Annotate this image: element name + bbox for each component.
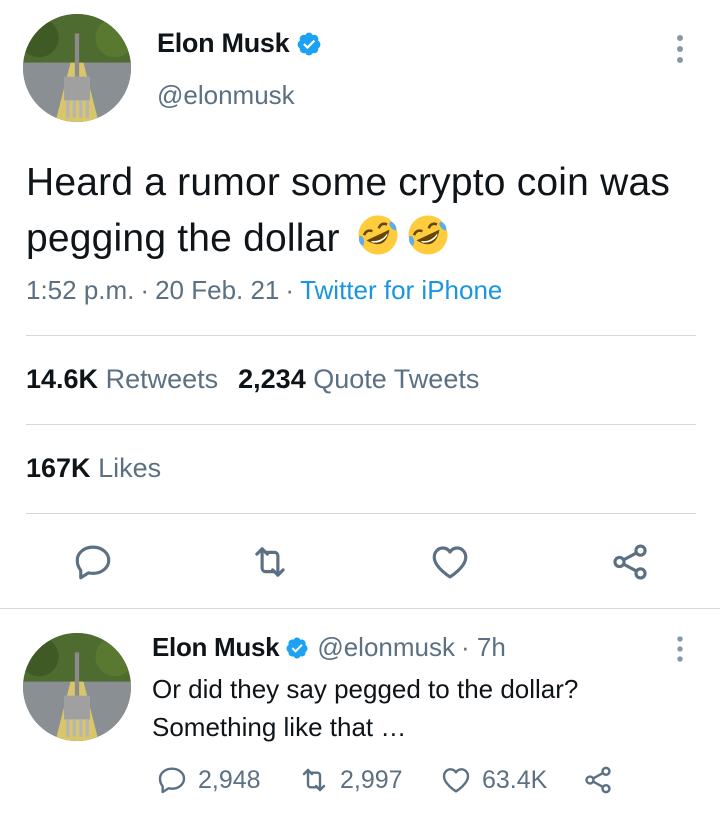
reply-share-button[interactable]: [582, 763, 624, 797]
share-icon[interactable]: [609, 541, 651, 583]
tweet-meta: 1:52 p.m. · 20 Feb. 21 · Twitter for iPhone: [26, 275, 502, 306]
reply-text: Or did they say pegged to the dollar? So…: [152, 670, 662, 746]
like-icon: [440, 764, 472, 796]
reply-age[interactable]: · 7h: [461, 632, 506, 663]
reply-author-handle[interactable]: @elonmusk: [317, 632, 455, 663]
verified-badge-icon: [296, 31, 322, 57]
meta-separator: ·: [285, 275, 295, 305]
retweet-icon: [298, 764, 330, 796]
verified-badge-icon: [285, 636, 309, 660]
retweet-icon[interactable]: [249, 541, 291, 583]
tweet-date[interactable]: 20 Feb. 21: [155, 275, 279, 305]
reply-icon: [156, 764, 188, 796]
author-avatar[interactable]: [23, 14, 131, 122]
likes-stat[interactable]: 167K Likes: [26, 453, 161, 484]
rolling-laughing-emoji-icon: [355, 212, 401, 258]
likes-count: 167K: [26, 453, 91, 483]
author-name[interactable]: Elon Musk: [157, 28, 290, 59]
retweets-count: 14.6K: [26, 364, 99, 394]
reply-text-line: Something like that …: [152, 712, 407, 742]
reply-author-name[interactable]: Elon Musk: [152, 632, 280, 663]
share-icon: [582, 764, 614, 796]
reply-retweet-button[interactable]: 2,997: [298, 763, 403, 797]
reply-author-avatar[interactable]: [23, 633, 131, 741]
divider: [26, 513, 696, 514]
like-icon[interactable]: [429, 541, 471, 583]
more-icon[interactable]: [670, 634, 690, 664]
reply-reply-button[interactable]: 2,948: [156, 763, 261, 797]
meta-separator: ·: [140, 275, 150, 305]
retweets-label: Retweets: [105, 364, 219, 394]
tweet-text: Heard a rumor some crypto coin was peggi…: [26, 155, 686, 267]
quote-tweets-label: Quote Tweets: [313, 364, 480, 394]
rolling-laughing-emoji-icon: [405, 212, 451, 258]
reply-header: Elon Musk @elonmusk · 7h: [152, 632, 506, 663]
reply-icon[interactable]: [72, 541, 114, 583]
reply-text-line: Or did they say pegged to the dollar?: [152, 674, 579, 704]
more-icon[interactable]: [670, 32, 690, 66]
author-handle[interactable]: @elonmusk: [157, 80, 295, 111]
reply-like-button[interactable]: 63.4K: [440, 763, 547, 797]
section-divider: [0, 608, 720, 609]
avatar-image: [23, 14, 131, 122]
author-name-row[interactable]: Elon Musk: [157, 28, 322, 59]
reply-count: 2,948: [198, 765, 261, 794]
like-count: 63.4K: [482, 765, 548, 794]
avatar-image: [23, 633, 131, 741]
tweet-source-link[interactable]: Twitter for iPhone: [300, 275, 502, 305]
retweet-count: 2,997: [340, 765, 403, 794]
tweet-time[interactable]: 1:52 p.m.: [26, 275, 134, 305]
tweet-text-content: Heard a rumor some crypto coin was peggi…: [26, 161, 671, 260]
engagement-stats: 14.6K Retweets 2,234 Quote Tweets: [26, 364, 479, 395]
divider: [26, 335, 696, 336]
likes-label: Likes: [98, 453, 162, 483]
retweets-stat[interactable]: 14.6K Retweets: [26, 364, 218, 394]
quote-tweets-count: 2,234: [238, 364, 306, 394]
quote-tweets-stat[interactable]: 2,234 Quote Tweets: [238, 364, 479, 394]
divider: [26, 424, 696, 425]
